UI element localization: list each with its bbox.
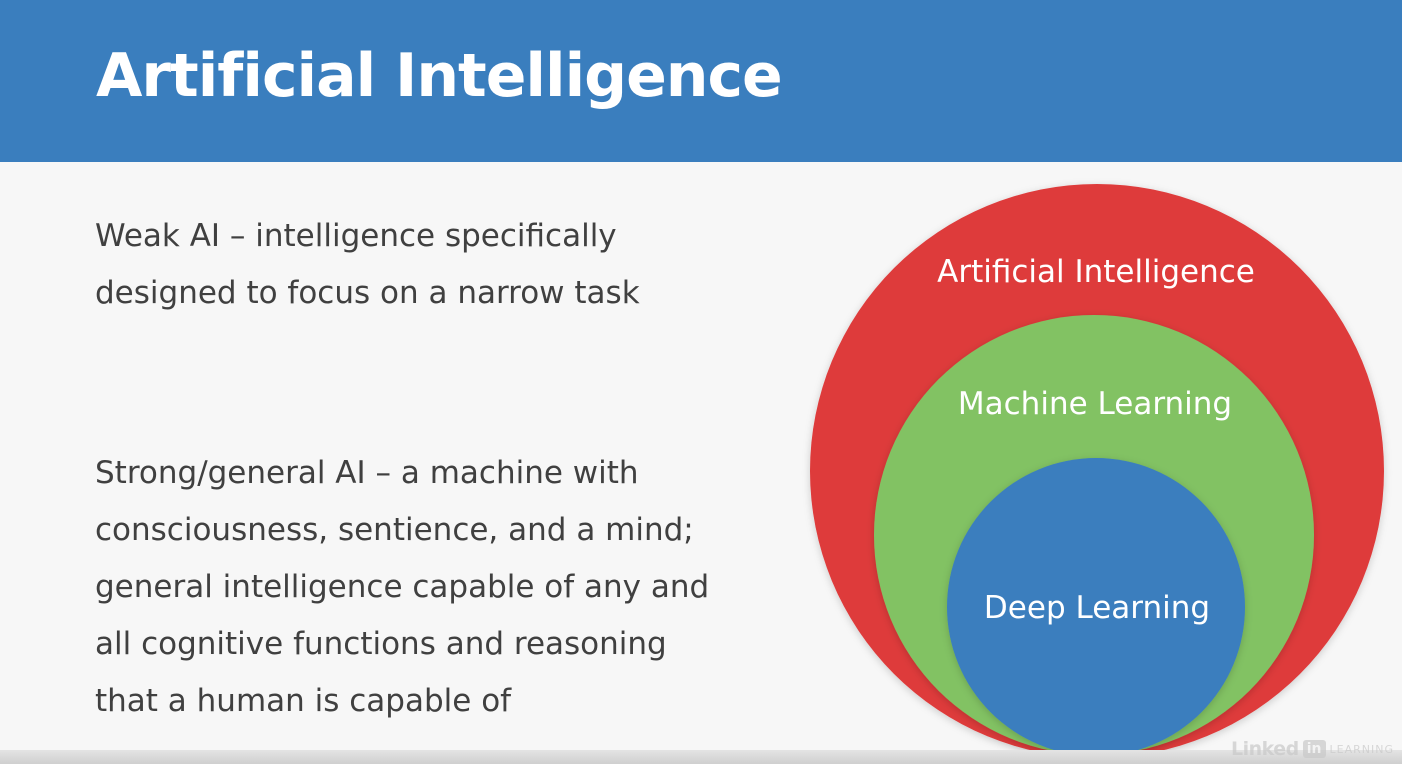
slide: Artificial Intelligence Weak AI – intell… xyxy=(0,0,1402,764)
watermark-product: LEARNING xyxy=(1329,742,1394,756)
linkedin-learning-watermark: Linked in LEARNING xyxy=(1231,738,1394,760)
dl-circle-label: Deep Learning xyxy=(983,590,1211,626)
linkedin-in-logo-icon: in xyxy=(1302,740,1326,758)
watermark-brand: Linked xyxy=(1230,738,1299,760)
ai-circle-label: Artificial Intelligence xyxy=(937,254,1255,290)
ml-circle-label: Machine Learning xyxy=(957,386,1233,422)
nested-circles-diagram xyxy=(810,184,1384,758)
player-bottom-strip xyxy=(0,750,1402,764)
